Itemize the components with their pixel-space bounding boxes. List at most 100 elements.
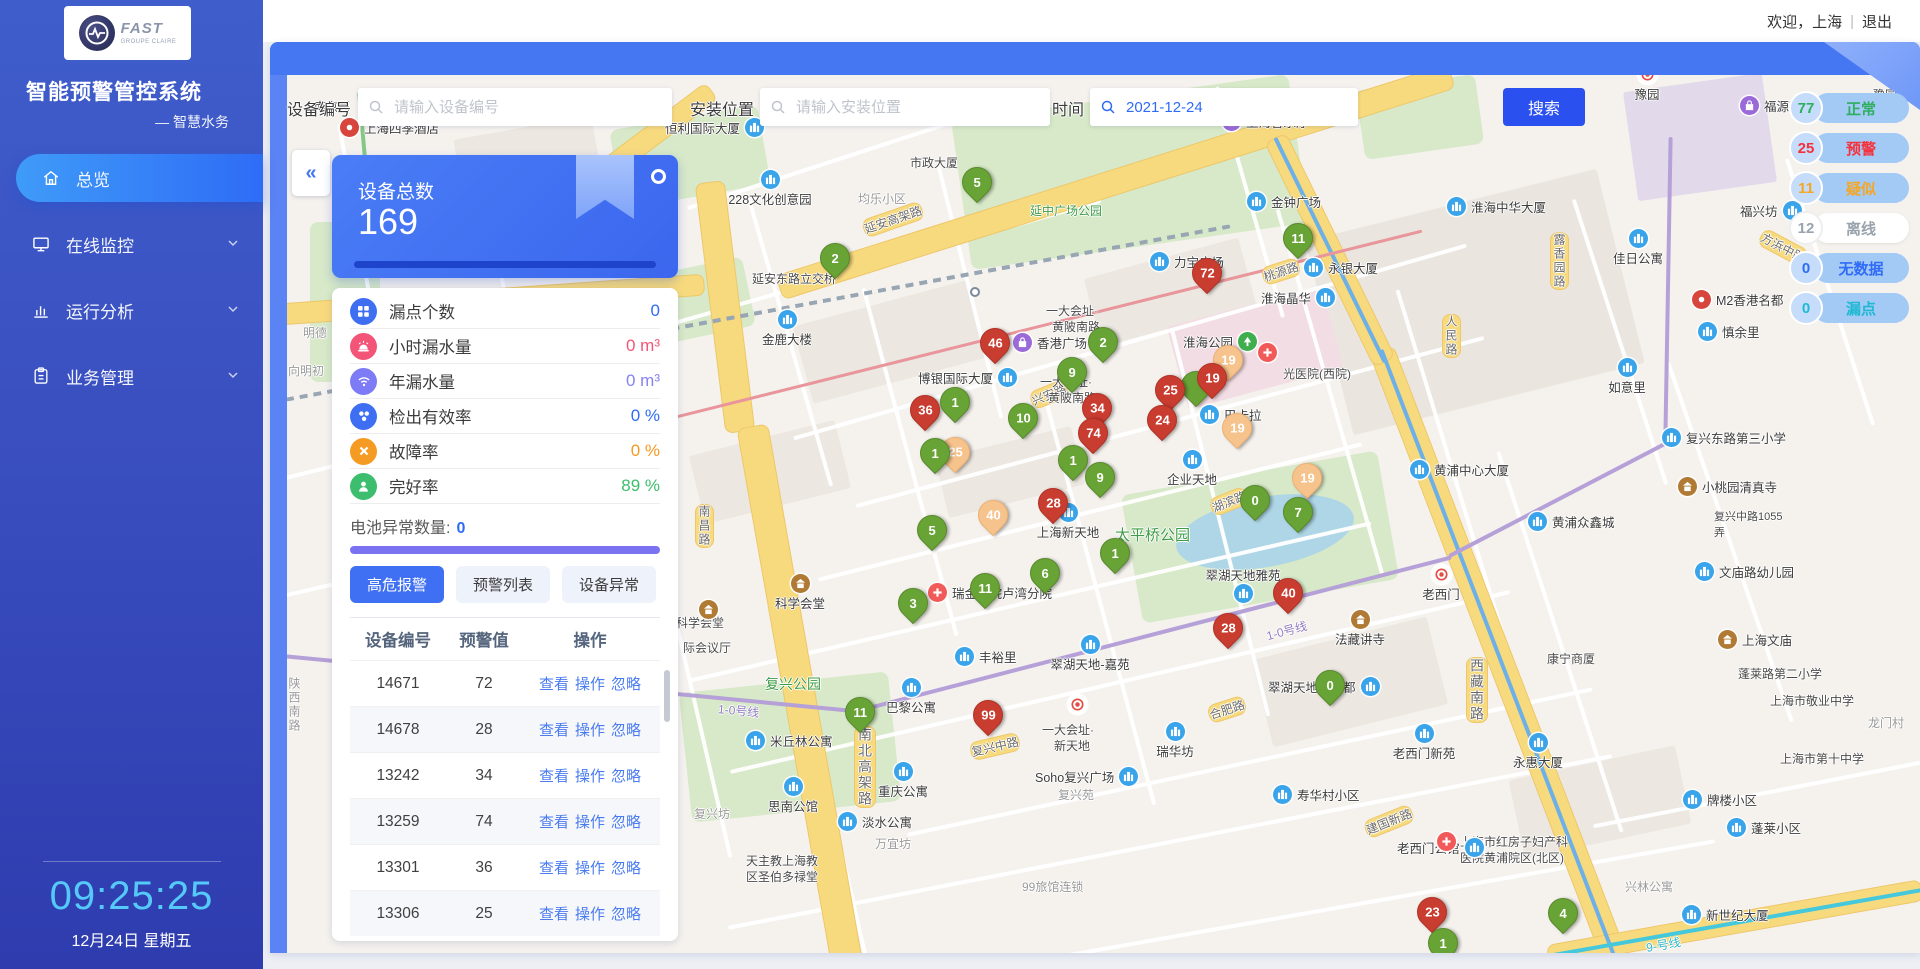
map-poi[interactable]: 金鹿大楼 (747, 310, 827, 348)
map-poi-label: 新世纪大厦 (1706, 905, 1769, 924)
map-poi[interactable]: 228文化创意园 (730, 170, 810, 208)
map-poi[interactable]: 永银大厦 (1304, 258, 1383, 277)
action-忽略[interactable]: 忽略 (611, 768, 641, 785)
action-查看[interactable]: 查看 (539, 768, 569, 785)
sidebar-item-business-mgmt[interactable]: 业务管理 (0, 352, 263, 400)
map-poi[interactable]: 老西门 (1401, 565, 1481, 603)
map-poi[interactable]: 淡水公寓 (838, 812, 917, 831)
hospital-icon (1258, 343, 1277, 362)
action-操作[interactable]: 操作 (575, 814, 605, 831)
map-poi-label: 金鹿大楼 (762, 329, 812, 348)
action-查看[interactable]: 查看 (539, 860, 569, 877)
map-poi[interactable]: 牌楼小区 (1683, 790, 1762, 809)
map-poi[interactable]: 重庆公寓 (863, 762, 943, 800)
map-poi[interactable]: 博银国际大厦 (913, 368, 1017, 387)
map-poi[interactable]: 翠湖天地雅苑 (1203, 565, 1283, 603)
action-忽略[interactable]: 忽略 (611, 722, 641, 739)
marker-value: 1 (931, 446, 938, 461)
map-poi[interactable]: 丰裕里 (955, 647, 1022, 666)
sidebar-item-run-analysis[interactable]: 运行分析 (0, 286, 263, 334)
map-marker[interactable]: 11 (964, 567, 1006, 609)
map-poi[interactable]: 慎余里 (1698, 322, 1765, 341)
sidebar-item-online-monitor[interactable]: 在线监控 (0, 220, 263, 268)
marker-value: 24 (1155, 413, 1169, 428)
sidebar-item-overview[interactable]: 总览 (16, 154, 263, 202)
map-poi[interactable]: 金钟广场 (1247, 192, 1326, 211)
install-location-input[interactable] (794, 98, 1050, 117)
col-warn-value: 预警值 (446, 627, 522, 651)
action-操作[interactable]: 操作 (575, 906, 605, 923)
map-poi[interactable]: 如意里 (1587, 358, 1667, 396)
map-poi[interactable] (668, 600, 748, 619)
map-poi[interactable] (1037, 695, 1117, 714)
action-操作[interactable]: 操作 (575, 768, 605, 785)
map-poi[interactable]: 瑞华坊 (1135, 722, 1215, 760)
tab-设备异常[interactable]: 设备异常 (562, 566, 656, 603)
map-poi[interactable]: 文庙路幼儿园 (1695, 562, 1799, 581)
hospital-icon (1437, 832, 1456, 851)
action-操作[interactable]: 操作 (575, 722, 605, 739)
map-poi[interactable]: 米丘林公寓 (746, 731, 838, 750)
table-row: 1330625查看操作忽略 (350, 890, 660, 936)
map-poi[interactable]: 思南公馆 (753, 777, 833, 815)
legend-疑似[interactable]: 11疑似 (1789, 171, 1909, 205)
map-poi[interactable]: 淮海晶华 (1256, 288, 1335, 307)
map-poi[interactable] (1258, 343, 1287, 362)
map-poi[interactable]: 老西门新苑 (1384, 724, 1464, 762)
map-poi[interactable]: 复兴东路第三小学 (1662, 428, 1791, 447)
legend-预警[interactable]: 25预警 (1789, 131, 1909, 165)
map-poi[interactable]: 寿华村小区 (1273, 785, 1365, 804)
map-poi[interactable]: M2香港名都 (1692, 290, 1788, 309)
map-poi[interactable]: 黄浦中心大厦 (1410, 460, 1514, 479)
action-查看[interactable]: 查看 (539, 676, 569, 693)
collapse-panel-button[interactable]: « (292, 150, 330, 196)
map-label: 均乐小区 (858, 190, 906, 207)
map-poi[interactable]: 新世纪大厦 (1682, 905, 1774, 924)
building-icon (1683, 790, 1702, 809)
map-poi[interactable]: 小桃园清真寺 (1678, 477, 1782, 496)
legend-正常[interactable]: 77正常 (1789, 91, 1909, 125)
action-忽略[interactable]: 忽略 (611, 906, 641, 923)
building-icon (1618, 358, 1637, 377)
tab-预警列表[interactable]: 预警列表 (456, 566, 550, 603)
map-poi[interactable]: 黄浦众鑫城 (1528, 512, 1620, 531)
map-poi[interactable]: 淮海中华大厦 (1447, 197, 1551, 216)
date-input[interactable] (1124, 98, 1358, 117)
stat-row-故障率: 故障率0 % (350, 434, 660, 469)
device-id-input[interactable] (392, 98, 672, 117)
map-poi[interactable]: 佳日公寓 (1598, 229, 1678, 267)
map-poi[interactable] (1437, 832, 1466, 851)
map-poi[interactable]: 法藏讲寺 (1320, 610, 1400, 648)
map-poi[interactable]: 企业天地 (1152, 450, 1232, 488)
action-查看[interactable]: 查看 (539, 722, 569, 739)
map-poi[interactable]: 翠湖天地-嘉苑 (1050, 635, 1130, 673)
action-忽略[interactable]: 忽略 (611, 860, 641, 877)
action-忽略[interactable]: 忽略 (611, 676, 641, 693)
action-操作[interactable]: 操作 (575, 860, 605, 877)
search-button[interactable]: 搜索 (1503, 88, 1585, 126)
map-poi[interactable]: 上海文庙 (1718, 630, 1797, 649)
map-label: 陕西南路 (286, 677, 303, 733)
action-操作[interactable]: 操作 (575, 676, 605, 693)
map-poi[interactable]: Soho复兴广场 (1030, 767, 1138, 786)
map-poi[interactable]: 永惠大厦 (1498, 733, 1578, 771)
map-poi[interactable]: 巴黎公寓 (871, 678, 951, 716)
legend-漏点[interactable]: 0漏点 (1789, 291, 1909, 325)
col-device-id: 设备编号 (350, 627, 446, 651)
action-忽略[interactable]: 忽略 (611, 814, 641, 831)
map-poi[interactable]: 科学会堂 (760, 574, 840, 612)
action-查看[interactable]: 查看 (539, 906, 569, 923)
tab-高危报警[interactable]: 高危报警 (350, 566, 444, 603)
temple-icon (1351, 610, 1370, 629)
logout-button[interactable]: 退出 (1862, 11, 1892, 32)
action-查看[interactable]: 查看 (539, 814, 569, 831)
legend-离线[interactable]: 12离线 (1789, 211, 1909, 245)
map-poi-label: M2香港名都 (1716, 290, 1783, 309)
table-scrollbar[interactable] (664, 670, 670, 722)
map-marker[interactable]: 99 (967, 694, 1009, 736)
map-marker[interactable]: 23 (1411, 891, 1453, 933)
legend-无数据[interactable]: 0无数据 (1789, 251, 1909, 285)
map-poi[interactable]: 香港广场 (1013, 333, 1092, 352)
map-marker[interactable]: 24 (1141, 399, 1183, 441)
map-poi[interactable]: 蓬莱小区 (1727, 818, 1806, 837)
